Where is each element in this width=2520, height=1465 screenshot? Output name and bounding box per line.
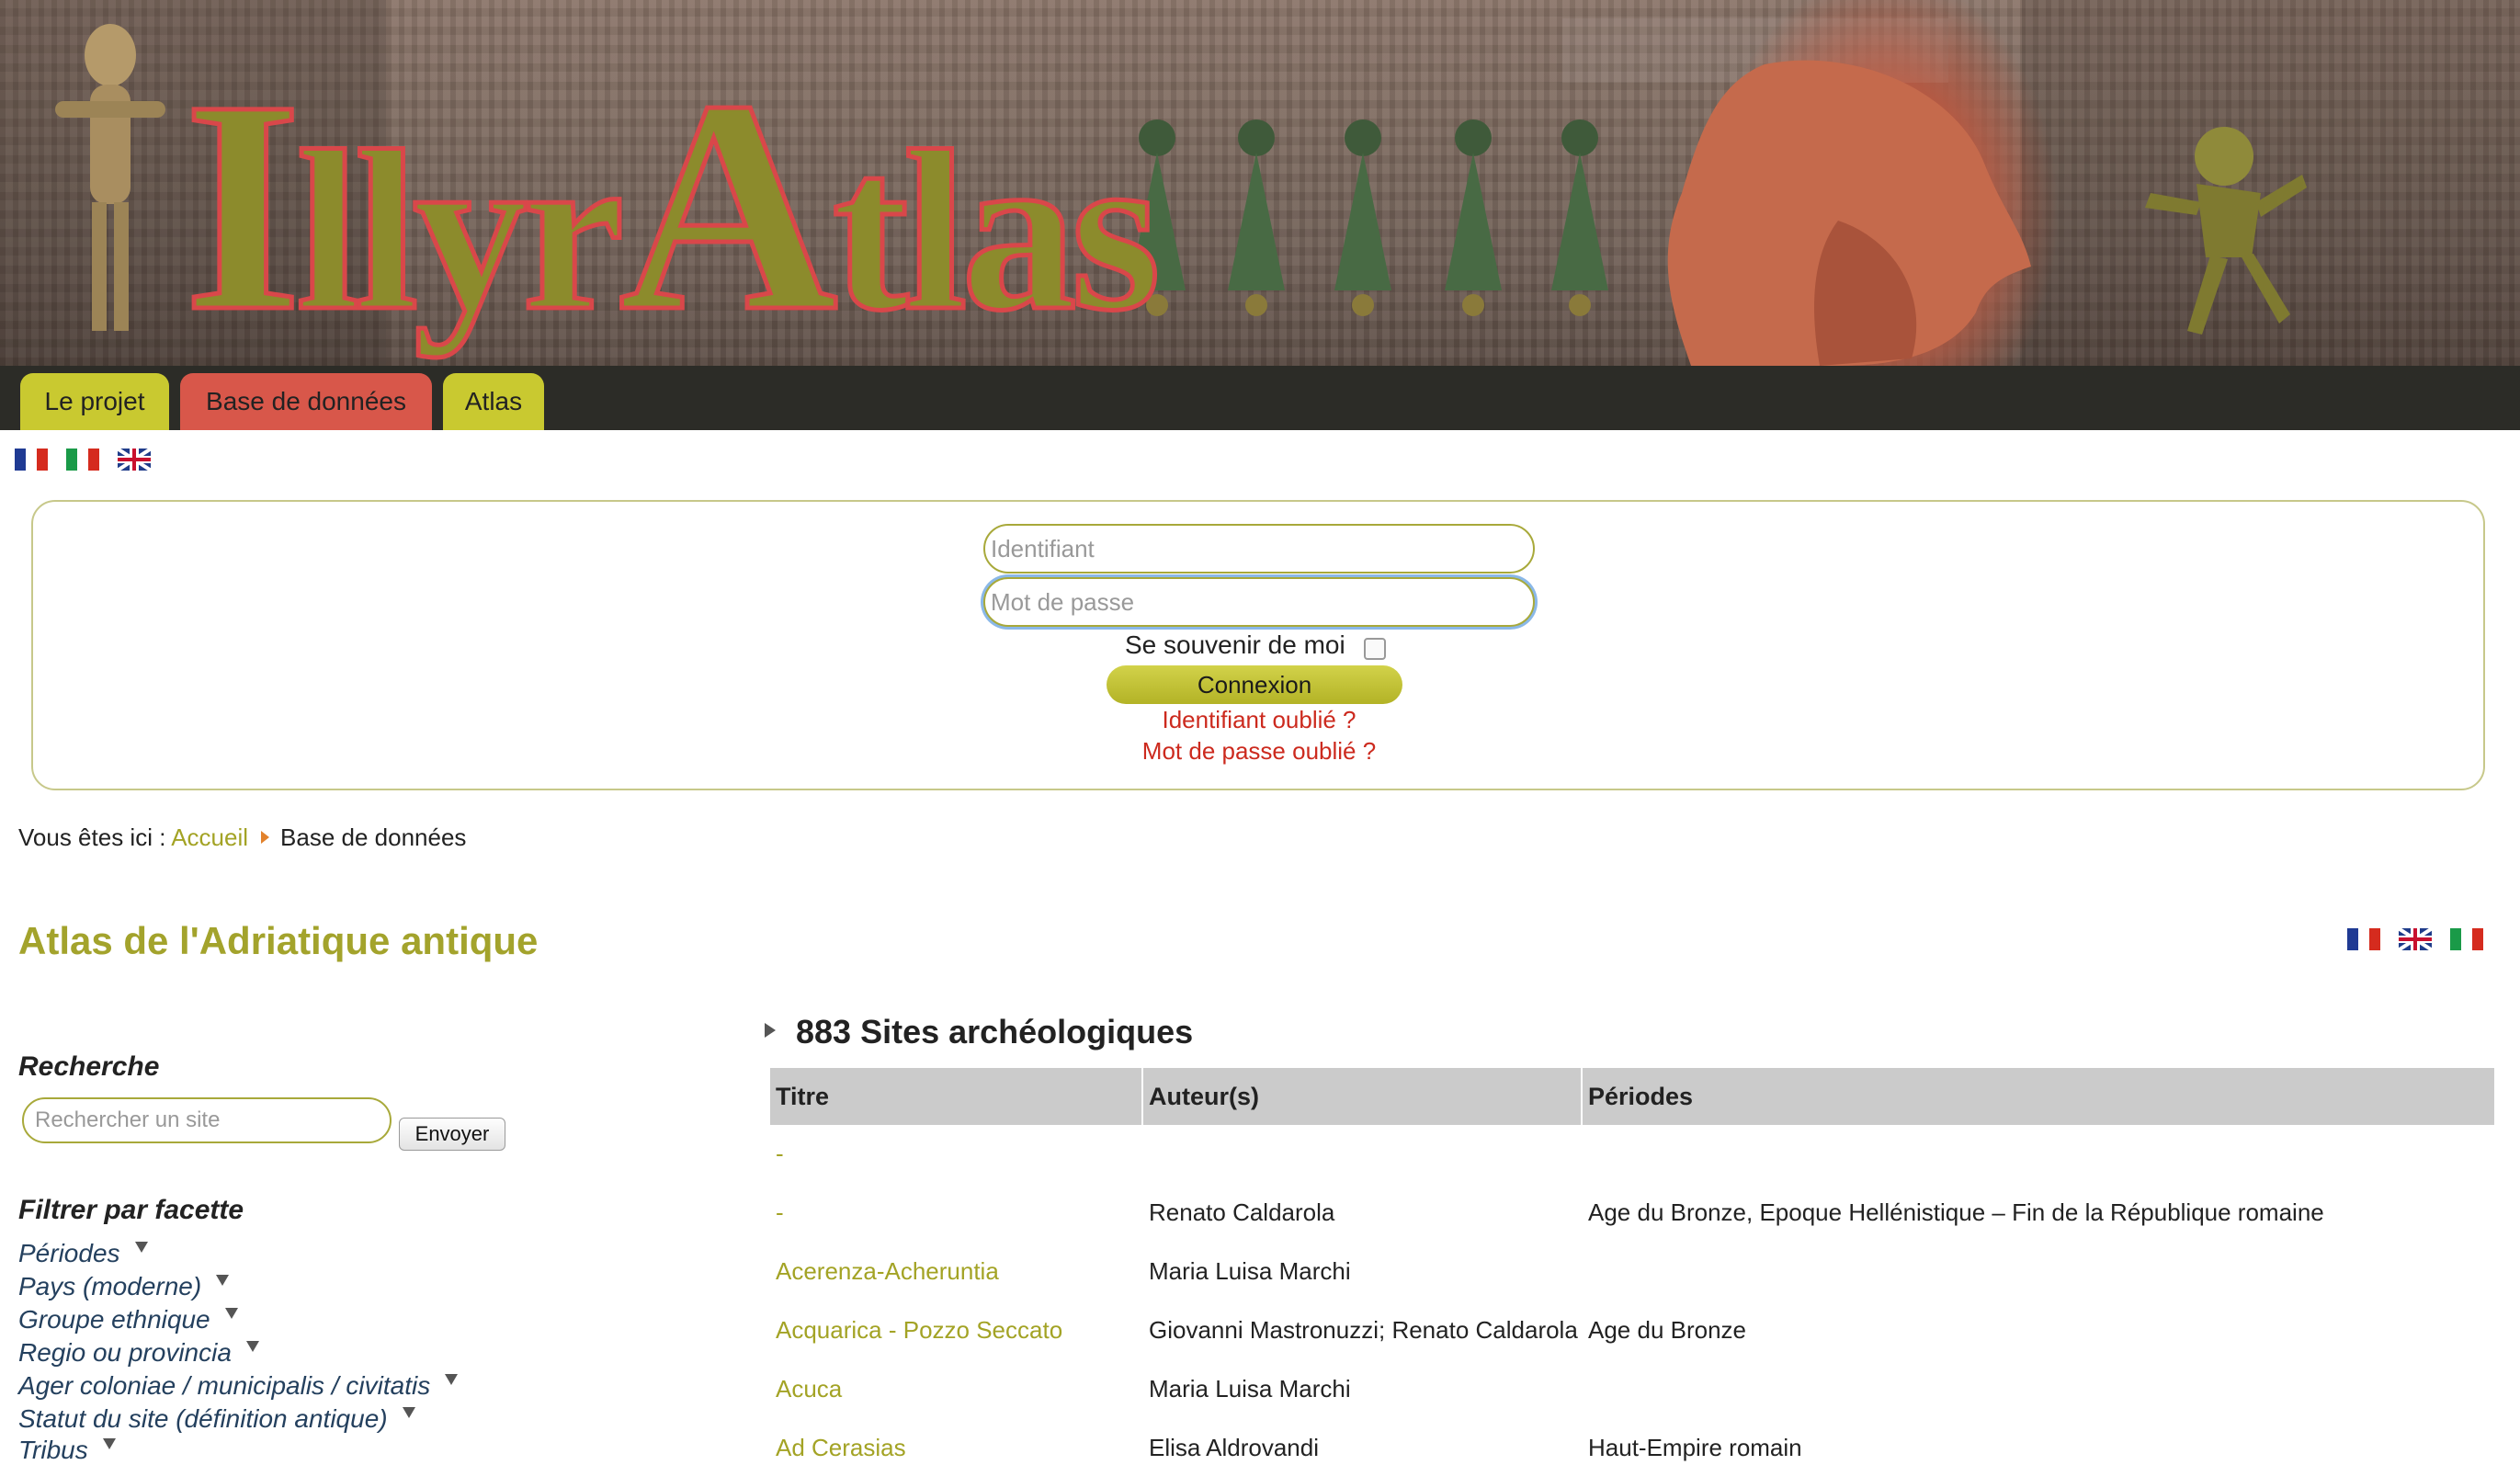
- bronze-pendant-icon: [1334, 119, 1391, 316]
- bronze-pendant-icon: [1228, 119, 1285, 316]
- site-periods: Age du Bronze: [1588, 1316, 1747, 1344]
- dropdown-triangle-icon: [402, 1407, 415, 1418]
- facet-periodes[interactable]: Périodes: [18, 1239, 148, 1268]
- search-submit-button[interactable]: Envoyer: [399, 1118, 505, 1151]
- site-title-link[interactable]: Acerenza-Acheruntia: [776, 1257, 999, 1286]
- facet-heading: Filtrer par facette: [18, 1195, 244, 1225]
- breadcrumb-arrow-icon: [261, 831, 270, 844]
- sites-count-label: 883 Sites archéologiques: [796, 1013, 1194, 1050]
- dropdown-triangle-icon: [102, 1438, 116, 1449]
- flag-uk-icon[interactable]: [2399, 928, 2432, 950]
- remember-me-checkbox[interactable]: [1364, 638, 1386, 660]
- dropdown-triangle-icon: [216, 1275, 230, 1286]
- site-search-input[interactable]: Rechercher un site: [22, 1097, 392, 1143]
- dropdown-triangle-icon: [224, 1308, 238, 1319]
- logo-letters-llyr: llyr: [294, 104, 627, 358]
- forgot-username-link[interactable]: Identifiant oublié ?: [956, 706, 1562, 734]
- facet-label: Tribus: [18, 1436, 88, 1464]
- username-input[interactable]: Identifiant: [983, 524, 1535, 574]
- dropdown-triangle-icon: [445, 1374, 459, 1385]
- site-title-link[interactable]: Acquarica - Pozzo Seccato: [776, 1316, 1062, 1345]
- flag-it-icon[interactable]: [66, 449, 99, 471]
- logo-letter-i: I: [181, 39, 303, 366]
- facet-regio[interactable]: Regio ou provincia: [18, 1338, 259, 1368]
- login-button[interactable]: Connexion: [1107, 665, 1402, 704]
- flag-fr-icon[interactable]: [2347, 928, 2380, 950]
- flag-it-icon[interactable]: [2450, 928, 2483, 950]
- collapse-triangle-icon: [765, 1023, 776, 1038]
- facet-statut[interactable]: Statut du site (définition antique): [18, 1404, 415, 1434]
- logo-letters-tlas: tlas: [830, 104, 1163, 358]
- tab-le-projet[interactable]: Le projet: [20, 373, 169, 430]
- column-header-periodes[interactable]: Périodes: [1583, 1068, 2494, 1125]
- site-periods: Age du Bronze, Epoque Hellénistique – Fi…: [1588, 1198, 2324, 1226]
- terracotta-head-icon: [1667, 60, 2031, 366]
- facet-label: Statut du site (définition antique): [18, 1404, 388, 1433]
- facet-groupe-ethnique[interactable]: Groupe ethnique: [18, 1305, 238, 1334]
- breadcrumb: Vous êtes ici : Accueil Base de données: [18, 823, 466, 852]
- page-title: Atlas de l'Adriatique antique: [18, 919, 539, 962]
- site-title-link[interactable]: -: [776, 1198, 784, 1227]
- bronze-figure-icon: [55, 24, 165, 331]
- facet-ager[interactable]: Ager coloniae / municipalis / civitatis: [18, 1371, 459, 1401]
- search-heading: Recherche: [18, 1051, 160, 1082]
- flag-uk-icon[interactable]: [118, 449, 151, 471]
- flag-fr-icon[interactable]: [15, 449, 48, 471]
- password-input[interactable]: Mot de passe: [983, 577, 1535, 627]
- column-header-auteurs[interactable]: Auteur(s): [1143, 1068, 1581, 1125]
- breadcrumb-home-link[interactable]: Accueil: [171, 823, 248, 851]
- site-authors: Maria Luisa Marchi: [1149, 1375, 1351, 1403]
- breadcrumb-current: Base de données: [280, 823, 467, 851]
- site-authors: Maria Luisa Marchi: [1149, 1257, 1351, 1285]
- dropdown-triangle-icon: [134, 1242, 148, 1253]
- site-authors: Renato Caldarola: [1149, 1198, 1335, 1226]
- site-authors: Elisa Aldrovandi: [1149, 1434, 1319, 1461]
- tab-atlas[interactable]: Atlas: [443, 373, 544, 430]
- facet-label: Groupe ethnique: [18, 1305, 210, 1334]
- bronze-pendant-icon: [1551, 119, 1608, 316]
- breadcrumb-prefix: Vous êtes ici :: [18, 823, 166, 851]
- remember-me-label: Se souvenir de moi: [1125, 630, 1345, 659]
- facet-label: Pays (moderne): [18, 1272, 202, 1300]
- sites-heading[interactable]: 883 Sites archéologiques: [765, 1013, 1193, 1051]
- bronze-dancer-icon: [2145, 127, 2307, 335]
- site-title-link[interactable]: -: [776, 1140, 784, 1168]
- dropdown-triangle-icon: [245, 1341, 259, 1352]
- column-header-titre[interactable]: Titre: [770, 1068, 1141, 1125]
- site-title-link[interactable]: Acuca: [776, 1375, 842, 1403]
- site-authors: Giovanni Mastronuzzi; Renato Caldarola: [1149, 1316, 1578, 1344]
- facet-pays[interactable]: Pays (moderne): [18, 1272, 230, 1301]
- facet-label: Regio ou provincia: [18, 1338, 232, 1367]
- site-logo[interactable]: IllyrAtlas: [181, 52, 1163, 360]
- facet-tribus[interactable]: Tribus: [18, 1436, 116, 1465]
- site-periods: Haut-Empire romain: [1588, 1434, 1802, 1461]
- site-banner: IllyrAtlas: [0, 0, 2520, 366]
- facet-label: Périodes: [18, 1239, 120, 1267]
- bronze-pendant-icon: [1445, 119, 1502, 316]
- logo-letter-a: A: [617, 39, 840, 366]
- forgot-password-link[interactable]: Mot de passe oublié ?: [956, 737, 1562, 766]
- site-title-link[interactable]: Ad Cerasias: [776, 1434, 906, 1462]
- tab-base-de-donnees[interactable]: Base de données: [180, 373, 432, 430]
- facet-label: Ager coloniae / municipalis / civitatis: [18, 1371, 431, 1400]
